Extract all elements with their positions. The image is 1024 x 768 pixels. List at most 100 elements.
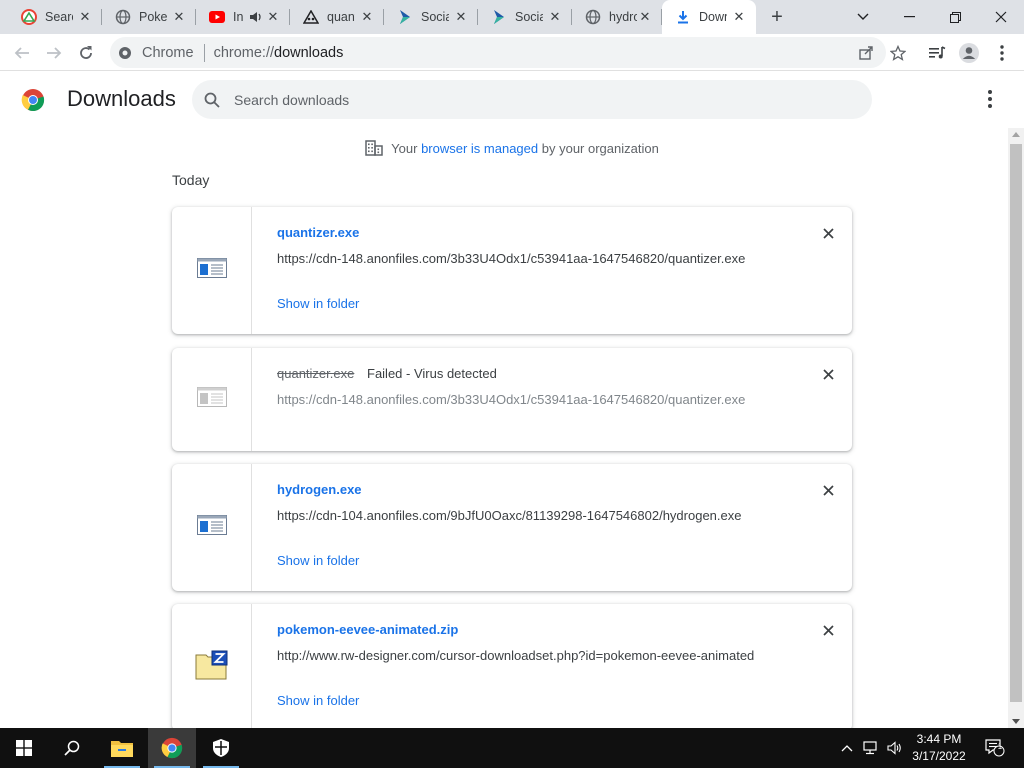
downloads-list: Your browser is managed by your organiza… — [0, 128, 1008, 728]
close-tab-icon[interactable]: ✕ — [78, 10, 92, 24]
file-name-failed: quantizer.exe — [277, 366, 355, 381]
download-item: pokemon-eevee-animated.zip http://www.rw… — [172, 604, 852, 728]
new-tab-button[interactable]: + — [766, 6, 788, 28]
volume-icon[interactable] — [884, 728, 906, 768]
download-item: hydrogen.exe https://cdn-104.anonfiles.c… — [172, 464, 852, 591]
tab-social-1[interactable]: Social ✕ — [384, 0, 478, 34]
close-tab-icon[interactable]: ✕ — [266, 10, 280, 24]
close-tab-icon[interactable]: ✕ — [732, 10, 746, 24]
search-input[interactable] — [234, 91, 834, 108]
file-explorer-button[interactable] — [98, 728, 146, 768]
managed-link[interactable]: browser is managed — [421, 141, 538, 156]
remove-item-icon[interactable] — [820, 366, 836, 382]
network-icon[interactable] — [860, 728, 882, 768]
forward-button[interactable] — [43, 42, 65, 64]
tab-quantizer[interactable]: quantizer ✕ — [290, 0, 384, 34]
download-url[interactable]: https://cdn-148.anonfiles.com/3b33U4Odx1… — [277, 392, 745, 407]
show-in-folder-link[interactable]: Show in folder — [277, 296, 359, 311]
restore-button[interactable] — [932, 0, 978, 34]
tab-search[interactable]: Search ✕ — [8, 0, 102, 34]
download-icon — [675, 9, 691, 25]
start-button[interactable] — [0, 728, 48, 768]
youtube-icon — [209, 9, 225, 25]
windows-logo-icon — [16, 740, 32, 756]
globe-icon — [585, 9, 601, 25]
tab-youtube[interactable]: In ✕ — [196, 0, 290, 34]
action-center-icon[interactable]: 1 — [980, 728, 1010, 768]
chrome-taskbar-button[interactable] — [148, 728, 196, 768]
file-name-link[interactable]: hydrogen.exe — [277, 482, 362, 497]
page-title: Downloads — [67, 86, 176, 111]
remove-item-icon[interactable] — [820, 622, 836, 638]
folder-icon — [110, 738, 134, 758]
close-tab-icon[interactable]: ✕ — [172, 10, 186, 24]
downloads-header: Downloads — [0, 72, 1024, 128]
share-icon[interactable] — [855, 42, 877, 64]
tab-title: quantizer — [327, 10, 355, 24]
remove-item-icon[interactable] — [820, 482, 836, 498]
url-host: downloads — [274, 44, 344, 61]
globe-icon — [115, 9, 131, 25]
managed-prefix: Your — [391, 140, 418, 156]
media-control-icon[interactable] — [926, 42, 948, 64]
windows-taskbar: 3:44 PM 3/17/2022 1 — [0, 728, 1024, 768]
minimize-button[interactable] — [886, 0, 932, 34]
tab-strip: Search ✕ Pokemon ✕ In ✕ quantizer ✕ Soc — [0, 0, 1024, 34]
tab-search-dropdown-icon[interactable] — [840, 0, 886, 34]
tab-title: Social — [515, 10, 543, 24]
security-app-button[interactable] — [197, 728, 245, 768]
reload-button[interactable] — [75, 42, 97, 64]
search-icon — [64, 740, 80, 756]
scroll-up-arrow-icon[interactable] — [1012, 132, 1020, 137]
scroll-down-arrow-icon[interactable] — [1012, 719, 1020, 724]
tab-social-2[interactable]: Social ✕ — [478, 0, 572, 34]
tab-title: Pokemon — [139, 10, 167, 24]
tab-title: Search — [45, 10, 73, 24]
close-tab-icon[interactable]: ✕ — [548, 10, 562, 24]
remove-item-icon[interactable] — [820, 225, 836, 241]
download-item: quantizer.exe https://cdn-148.anonfiles.… — [172, 207, 852, 334]
file-name-link[interactable]: quantizer.exe — [277, 225, 359, 240]
clock-time: 3:44 PM — [916, 732, 962, 746]
anonfiles-icon — [303, 9, 319, 25]
managed-suffix: by your organization — [541, 140, 659, 156]
profile-avatar-icon[interactable] — [958, 42, 980, 64]
speaker-icon[interactable] — [249, 11, 263, 23]
search-bar[interactable] — [192, 80, 872, 119]
tab-hydrogen[interactable]: hydrogen ✕ — [572, 0, 662, 34]
tab-title: Social — [421, 10, 449, 24]
system-clock[interactable]: 3:44 PM 3/17/2022 — [904, 731, 974, 765]
close-window-button[interactable] — [978, 0, 1024, 34]
exe-file-icon — [196, 515, 227, 540]
download-status: Failed - Virus detected — [367, 366, 497, 381]
page-scrollbar[interactable] — [1008, 128, 1024, 728]
tab-downloads[interactable]: Downloads ✕ — [662, 0, 756, 34]
site-info-chip[interactable]: Chrome — [110, 45, 194, 61]
more-actions-icon[interactable] — [980, 89, 1000, 109]
clock-date: 3/17/2022 — [912, 749, 966, 763]
site-chip-label: Chrome — [142, 44, 194, 61]
tab-pokemon[interactable]: Pokemon ✕ — [102, 0, 196, 34]
chrome-menu-icon[interactable] — [991, 42, 1013, 64]
close-tab-icon[interactable]: ✕ — [454, 10, 468, 24]
taskbar-search-button[interactable] — [48, 728, 96, 768]
scrollbar-thumb[interactable] — [1010, 144, 1022, 702]
exe-file-icon — [196, 258, 227, 283]
download-url[interactable]: https://cdn-148.anonfiles.com/3b33U4Odx1… — [277, 251, 745, 266]
close-tab-icon[interactable]: ✕ — [638, 10, 652, 24]
tab-title: Downloads — [699, 10, 727, 24]
address-bar[interactable]: Chrome chrome://downloads — [110, 37, 886, 68]
show-in-folder-link[interactable]: Show in folder — [277, 693, 359, 708]
show-in-folder-link[interactable]: Show in folder — [277, 553, 359, 568]
bookmark-star-icon[interactable] — [887, 42, 909, 64]
show-hidden-icons-icon[interactable] — [838, 728, 856, 768]
url-scheme: chrome:// — [213, 44, 275, 61]
managed-notice: Your browser is managed by your organiza… — [0, 140, 1008, 156]
shield-icon — [212, 738, 230, 758]
download-url[interactable]: https://cdn-104.anonfiles.com/9bJfU0Oaxc… — [277, 508, 741, 523]
close-tab-icon[interactable]: ✕ — [360, 10, 374, 24]
download-url[interactable]: http://www.rw-designer.com/cursor-downlo… — [277, 648, 754, 663]
file-name-link[interactable]: pokemon-eevee-animated.zip — [277, 622, 458, 637]
social-icon — [491, 9, 507, 25]
back-button[interactable] — [11, 42, 33, 64]
